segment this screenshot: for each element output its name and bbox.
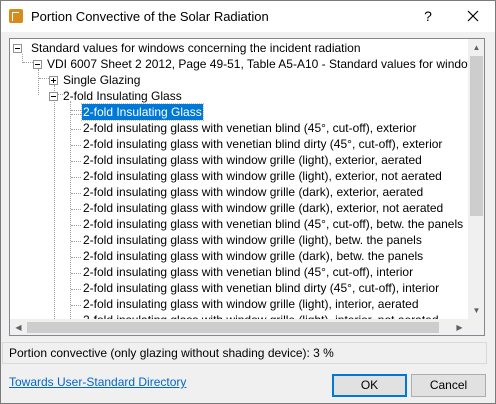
tree-node-single-glazing[interactable]: Single Glazing: [63, 72, 140, 88]
tree-node-item[interactable]: 2-fold insulating glass with window gril…: [83, 200, 443, 216]
horizontal-scrollbar[interactable]: ◀ ▶: [10, 319, 468, 335]
expand-toggle-single[interactable]: [49, 76, 58, 85]
vertical-scroll-thumb[interactable]: [470, 56, 483, 216]
ok-button[interactable]: OK: [332, 374, 407, 397]
cancel-button[interactable]: Cancel: [411, 374, 486, 397]
tree-line: [71, 161, 81, 162]
app-icon: [9, 9, 23, 23]
expand-toggle-vdi[interactable]: [33, 60, 42, 69]
radiation-tree[interactable]: Standard values for windows concerning t…: [9, 38, 485, 336]
tree-line: [71, 273, 81, 274]
tree-line: [71, 145, 81, 146]
expand-toggle-root[interactable]: [13, 44, 22, 53]
tree-node-item[interactable]: 2-fold insulating glass with window gril…: [83, 152, 422, 168]
tree-line: [54, 85, 55, 319]
title-bar: Portion Convective of the Solar Radiatio…: [1, 1, 495, 32]
tree-node-item[interactable]: 2-fold insulating glass with venetian bl…: [83, 120, 416, 136]
close-button[interactable]: [457, 1, 491, 32]
horizontal-scroll-thumb[interactable]: [27, 322, 439, 333]
tree-line: [71, 225, 81, 226]
tree-node-item[interactable]: 2-fold insulating glass with venetian bl…: [83, 136, 442, 152]
tree-node-selected[interactable]: 2-fold Insulating Glass: [81, 103, 204, 121]
scroll-left-icon[interactable]: ◀: [10, 319, 27, 335]
tree-line: [71, 209, 81, 210]
tree-line: [71, 257, 81, 258]
user-standard-directory-link[interactable]: Towards User-Standard Directory: [9, 375, 186, 389]
scroll-right-icon[interactable]: ▶: [451, 319, 468, 335]
tree-node-vdi[interactable]: VDI 6007 Sheet 2 2012, Page 49-51, Table…: [47, 56, 468, 72]
tree-line: [23, 62, 33, 63]
tree-line: [38, 69, 39, 95]
dialog-window: Portion Convective of the Solar Radiatio…: [0, 0, 496, 404]
status-text: Portion convective (only glazing without…: [2, 342, 487, 364]
tree-line: [71, 114, 81, 115]
tree-line: [71, 177, 81, 178]
window-title: Portion Convective of the Solar Radiatio…: [31, 9, 269, 24]
close-icon: [467, 10, 479, 22]
tree-line: [71, 129, 81, 130]
tree-node-item[interactable]: 2-fold insulating glass with window gril…: [83, 248, 423, 264]
tree-node-item[interactable]: 2-fold insulating glass with window gril…: [83, 184, 423, 200]
tree-line: [71, 289, 81, 290]
tree-line: [39, 78, 49, 79]
expand-toggle-twofold[interactable]: [49, 92, 58, 101]
tree-node-item[interactable]: 2-fold insulating glass with venetian bl…: [83, 264, 413, 280]
tree-node-item[interactable]: 2-fold insulating glass with window gril…: [83, 232, 422, 248]
tree-line: [71, 110, 81, 111]
tree-node-root[interactable]: Standard values for windows concerning t…: [31, 40, 361, 56]
tree-node-item[interactable]: 2-fold insulating glass with venetian bl…: [83, 280, 439, 296]
tree-node-twofold[interactable]: 2-fold Insulating Glass: [63, 88, 182, 104]
scroll-up-icon[interactable]: ▲: [468, 39, 484, 56]
tree-line: [71, 305, 81, 306]
tree-node-item[interactable]: 2-fold insulating glass with window gril…: [83, 312, 439, 319]
tree-content: Standard values for windows concerning t…: [10, 39, 468, 319]
scrollbar-corner: [468, 319, 484, 335]
tree-node-item[interactable]: 2-fold insulating glass with window gril…: [83, 168, 442, 184]
tree-node-item[interactable]: 2-fold insulating glass with window gril…: [83, 296, 419, 312]
tree-line: [71, 241, 81, 242]
help-button[interactable]: ?: [413, 1, 443, 32]
scroll-down-icon[interactable]: ▼: [468, 302, 484, 319]
tree-line: [70, 101, 71, 319]
tree-node-item[interactable]: 2-fold insulating glass with venetian bl…: [83, 216, 463, 232]
vertical-scrollbar[interactable]: ▲ ▼: [468, 39, 484, 319]
tree-line: [71, 193, 81, 194]
